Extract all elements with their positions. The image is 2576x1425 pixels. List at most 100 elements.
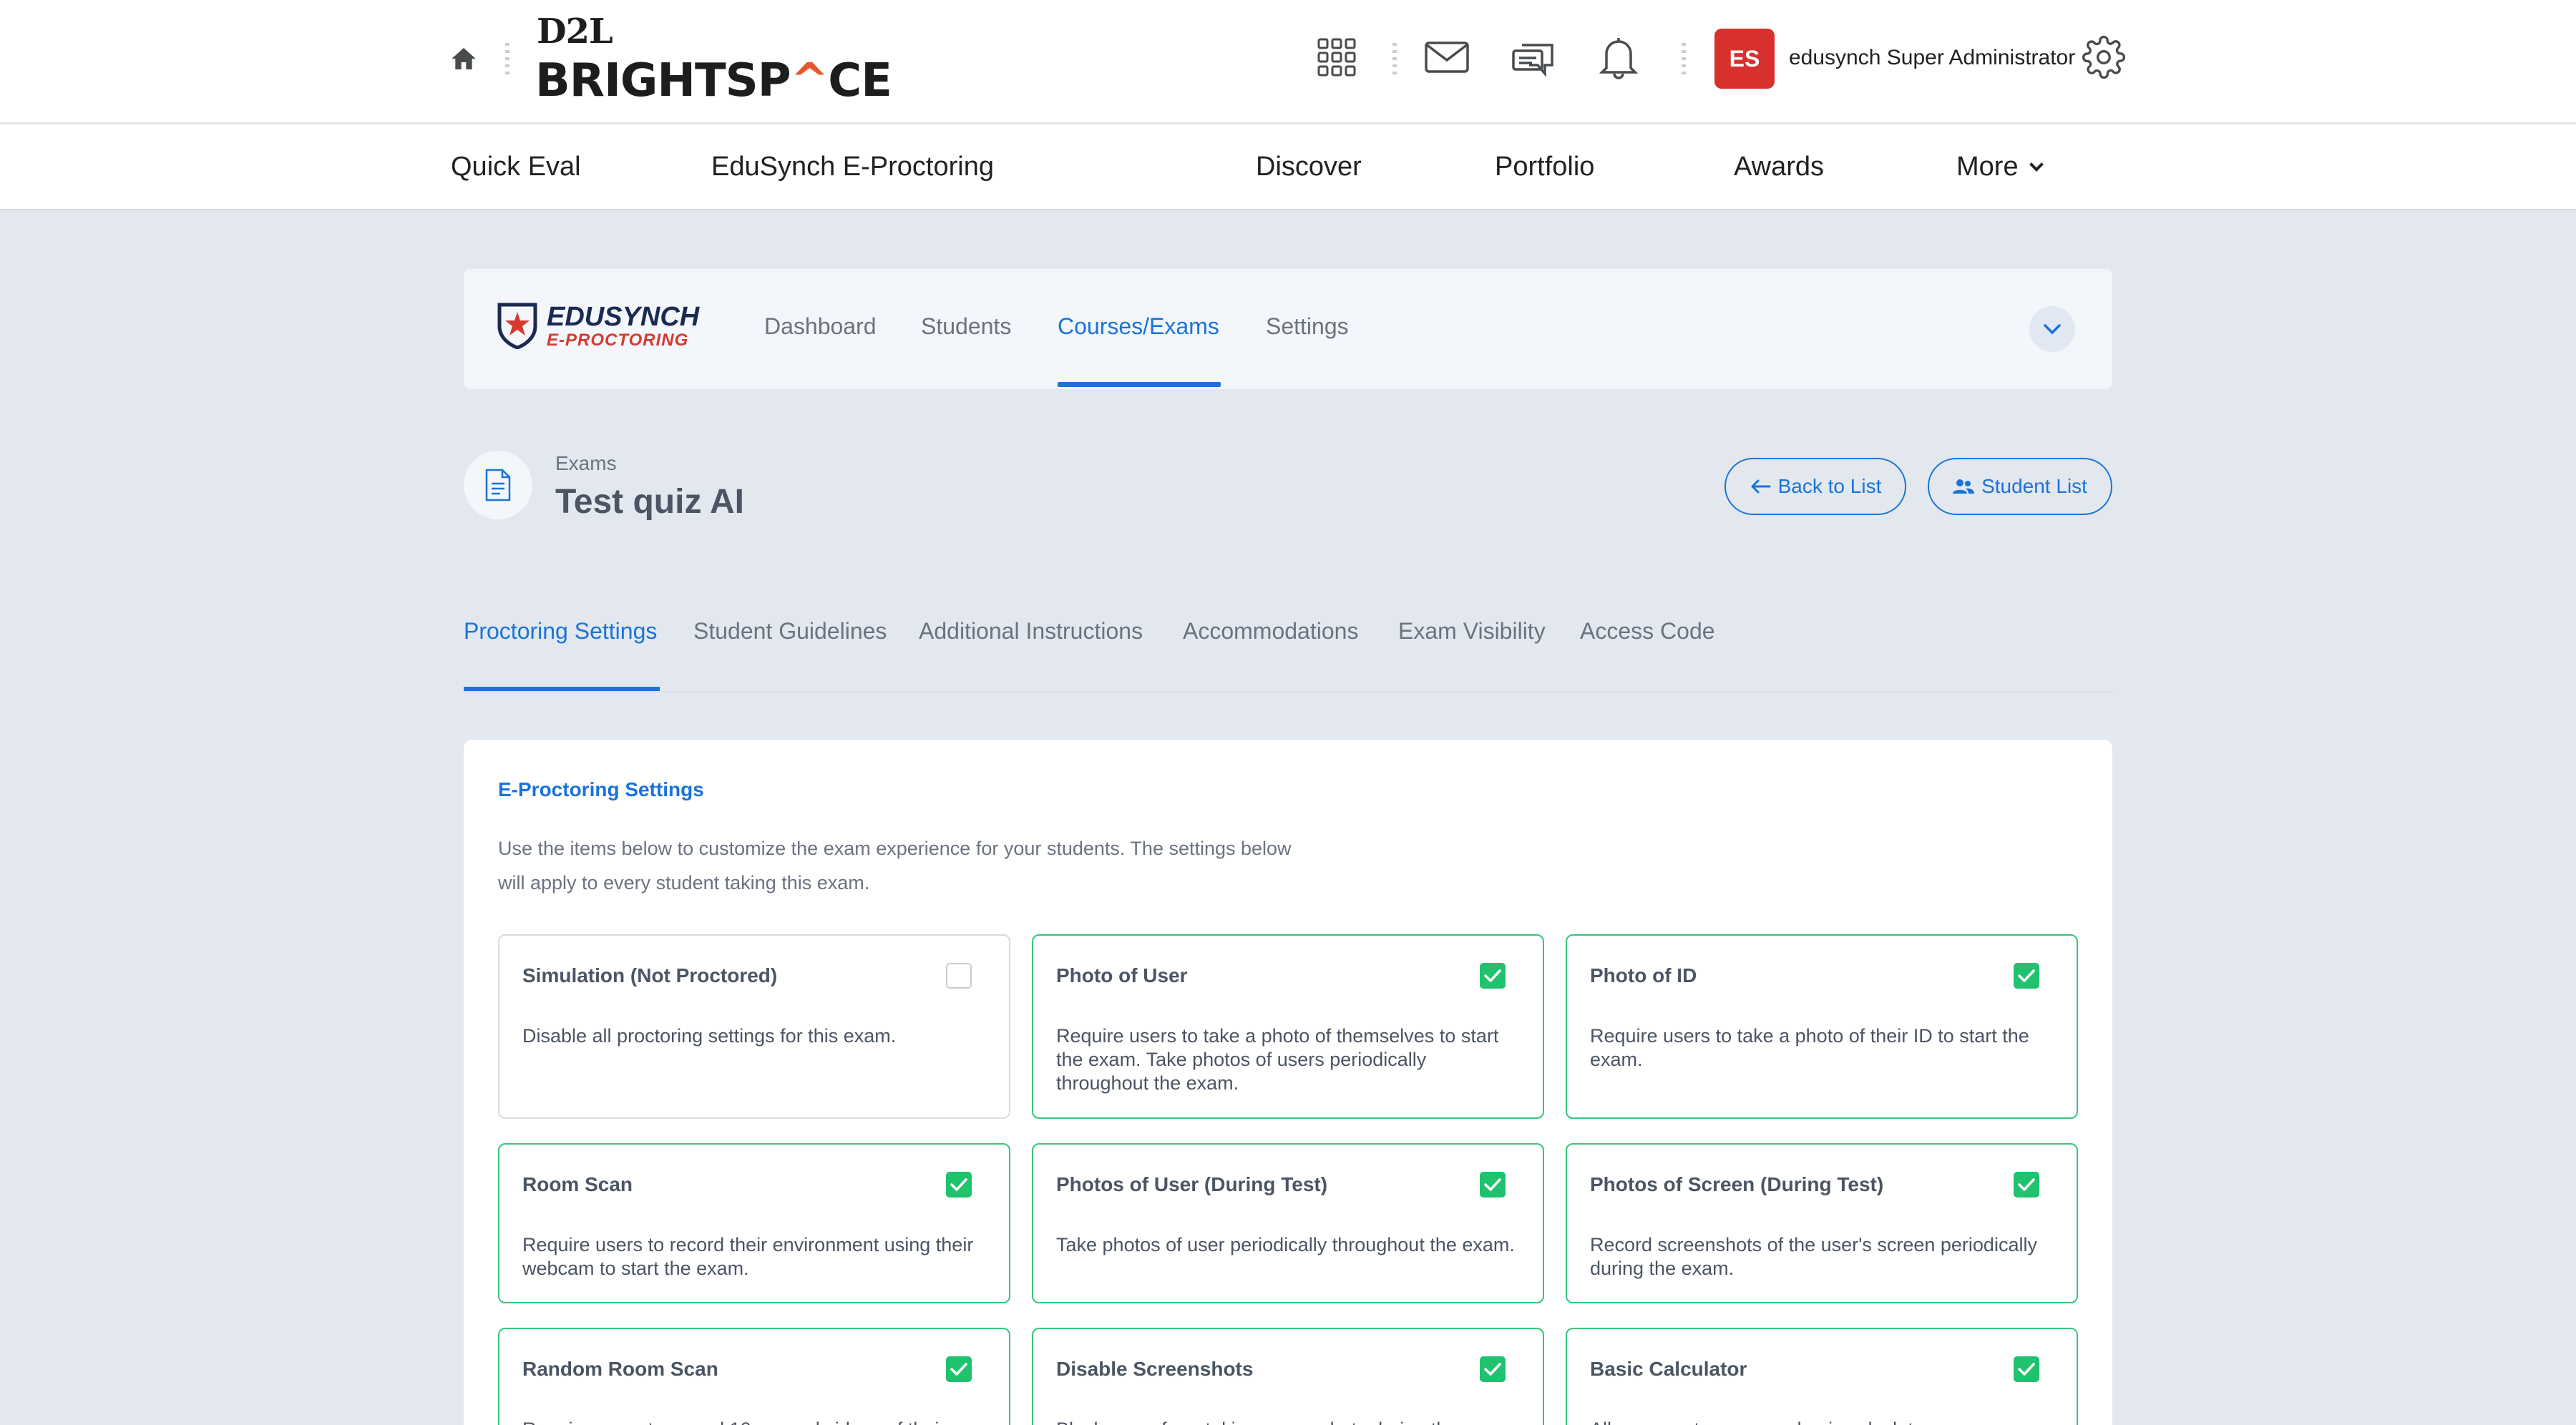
option-description: Record screenshots of the user's screen … xyxy=(1590,1234,2037,1279)
option-basic-calculator[interactable]: Basic Calculator Allow users to access a… xyxy=(1566,1328,2078,1425)
nav-quick-eval[interactable]: Quick Eval xyxy=(451,152,581,182)
tabs-divider xyxy=(464,691,2112,692)
avatar[interactable]: ES xyxy=(1714,29,1775,89)
check-icon xyxy=(1484,1363,1501,1376)
nav-edusynch-e-proctoring[interactable]: EduSynch E-Proctoring xyxy=(711,152,994,182)
brightspace-logo[interactable]: D2L BRIGHTSP^CE xyxy=(535,11,892,107)
tab-student-guidelines[interactable]: Student Guidelines xyxy=(693,618,887,645)
chevron-down-icon xyxy=(2044,324,2061,335)
edusynch-brand-text: EDUSYNCH xyxy=(547,302,700,332)
check-icon xyxy=(1484,969,1501,982)
nav-portfolio[interactable]: Portfolio xyxy=(1495,152,1594,182)
option-description: Block users from taking screenshots duri… xyxy=(1056,1418,1521,1425)
option-disable-screenshots[interactable]: Disable Screenshots Block users from tak… xyxy=(1032,1328,1544,1425)
checkbox-checked[interactable] xyxy=(2014,963,2039,989)
nav-more-menu[interactable]: More xyxy=(1956,152,2044,182)
option-description: Require users to take a photo of themsel… xyxy=(1056,1025,1499,1094)
proctoring-settings-card: E-Proctoring Settings Use the items belo… xyxy=(464,740,2112,1425)
option-photo-of-user[interactable]: Photo of User Require users to take a ph… xyxy=(1032,934,1544,1119)
logo-d2l-text: D2L xyxy=(537,11,613,52)
option-title: Disable Screenshots xyxy=(1056,1358,1254,1380)
nav-discover[interactable]: Discover xyxy=(1256,152,1362,182)
checkbox-checked[interactable] xyxy=(946,1172,972,1198)
student-list-button[interactable]: Student List xyxy=(1928,458,2112,515)
option-photos-of-user-during-test[interactable]: Photos of User (During Test) Take photos… xyxy=(1032,1143,1544,1303)
check-icon xyxy=(2018,1178,2035,1191)
arrow-left-icon xyxy=(1751,479,1771,494)
nav-awards[interactable]: Awards xyxy=(1734,152,1824,182)
nav-more-label: More xyxy=(1956,152,2019,182)
settings-title: E-Proctoring Settings xyxy=(498,778,704,800)
document-icon-circle xyxy=(464,451,532,519)
checkbox-checked[interactable] xyxy=(1480,963,1506,989)
option-title: Room Scan xyxy=(522,1173,633,1195)
chevron-down-icon xyxy=(2029,157,2044,172)
tab-access-code[interactable]: Access Code xyxy=(1580,618,1715,645)
tab-proctoring-settings[interactable]: Proctoring Settings xyxy=(464,618,657,645)
course-nav-bar: Quick Eval EduSynch E-Proctoring Discove… xyxy=(0,124,2576,210)
check-icon xyxy=(1484,1178,1501,1191)
divider xyxy=(1682,43,1686,74)
check-icon xyxy=(950,1178,967,1191)
checkbox-checked[interactable] xyxy=(2014,1356,2039,1382)
back-to-list-label: Back to List xyxy=(1777,475,1882,497)
checkbox-checked[interactable] xyxy=(1480,1356,1506,1382)
divider xyxy=(505,43,509,74)
option-description: Take photos of user periodically through… xyxy=(1056,1234,1515,1255)
mail-icon[interactable] xyxy=(1424,34,1470,80)
edusynch-header: EDUSYNCH E-PROCTORING Dashboard Students… xyxy=(464,269,2112,389)
divider xyxy=(1392,43,1397,74)
back-to-list-button[interactable]: Back to List xyxy=(1724,458,1906,515)
check-icon xyxy=(2018,969,2035,982)
tab-additional-instructions[interactable]: Additional Instructions xyxy=(919,618,1143,645)
edusynch-sub-text: E-PROCTORING xyxy=(547,330,689,350)
option-description: Allow users to access a basic calculator xyxy=(1590,1418,2055,1425)
expand-header-button[interactable] xyxy=(2029,306,2075,352)
option-random-room-scan[interactable]: Random Room Scan Require users to record… xyxy=(498,1328,1010,1425)
chat-icon[interactable] xyxy=(1510,34,1556,80)
checkbox-checked[interactable] xyxy=(1480,1172,1506,1198)
logo-brightspace-text: BRIGHTSP^CE xyxy=(535,54,892,107)
checkbox[interactable] xyxy=(946,963,972,989)
option-description: Require users to record their environmen… xyxy=(522,1234,974,1279)
breadcrumb[interactable]: Exams xyxy=(555,452,617,475)
bell-icon[interactable] xyxy=(1596,34,1641,80)
gear-icon[interactable] xyxy=(2081,34,2127,80)
tab-settings[interactable]: Settings xyxy=(1266,313,1349,340)
option-title: Photos of User (During Test) xyxy=(1056,1173,1328,1195)
option-title: Basic Calculator xyxy=(1590,1358,1747,1380)
tab-courses-exams[interactable]: Courses/Exams xyxy=(1058,313,1219,340)
option-simulation[interactable]: Simulation (Not Proctored) Disable all p… xyxy=(498,934,1010,1119)
active-subtab-indicator xyxy=(464,687,660,691)
checkbox-checked[interactable] xyxy=(946,1356,972,1382)
option-title: Simulation (Not Proctored) xyxy=(522,964,778,986)
edusynch-logo[interactable]: EDUSYNCH E-PROCTORING xyxy=(497,300,699,351)
checkbox-checked[interactable] xyxy=(2014,1172,2039,1198)
home-icon[interactable] xyxy=(447,41,481,76)
tab-students[interactable]: Students xyxy=(921,313,1011,340)
option-title: Photos of Screen (During Test) xyxy=(1590,1173,1884,1195)
option-title: Random Room Scan xyxy=(522,1358,718,1380)
settings-description: Use the items below to customize the exa… xyxy=(498,838,1292,893)
option-photo-of-id[interactable]: Photo of ID Require users to take a phot… xyxy=(1566,934,2078,1119)
page-title: Test quiz AI xyxy=(555,483,744,521)
option-description: Require users to record 10-second videos… xyxy=(522,1418,987,1425)
option-title: Photo of ID xyxy=(1590,964,1697,986)
tab-exam-visibility[interactable]: Exam Visibility xyxy=(1398,618,1546,645)
option-description: Require users to take a photo of their I… xyxy=(1590,1025,2029,1070)
users-icon xyxy=(1953,479,1975,494)
edusynch-shield-icon xyxy=(497,303,537,349)
apps-grid-icon[interactable] xyxy=(1314,34,1360,80)
student-list-label: Student List xyxy=(1981,475,2087,497)
tab-accommodations[interactable]: Accommodations xyxy=(1183,618,1358,645)
d2l-top-bar: D2L BRIGHTSP^CE ES edusynch Super Admini… xyxy=(0,0,2576,124)
option-photos-of-screen-during-test[interactable]: Photos of Screen (During Test) Record sc… xyxy=(1566,1143,2078,1303)
option-room-scan[interactable]: Room Scan Require users to record their … xyxy=(498,1143,1010,1303)
user-name[interactable]: edusynch Super Administrator xyxy=(1789,46,2075,70)
check-icon xyxy=(2018,1363,2035,1376)
active-tab-indicator xyxy=(1058,382,1221,387)
document-icon xyxy=(485,469,511,501)
check-icon xyxy=(950,1363,967,1376)
option-description: Disable all proctoring settings for this… xyxy=(522,1025,897,1047)
tab-dashboard[interactable]: Dashboard xyxy=(764,313,877,340)
